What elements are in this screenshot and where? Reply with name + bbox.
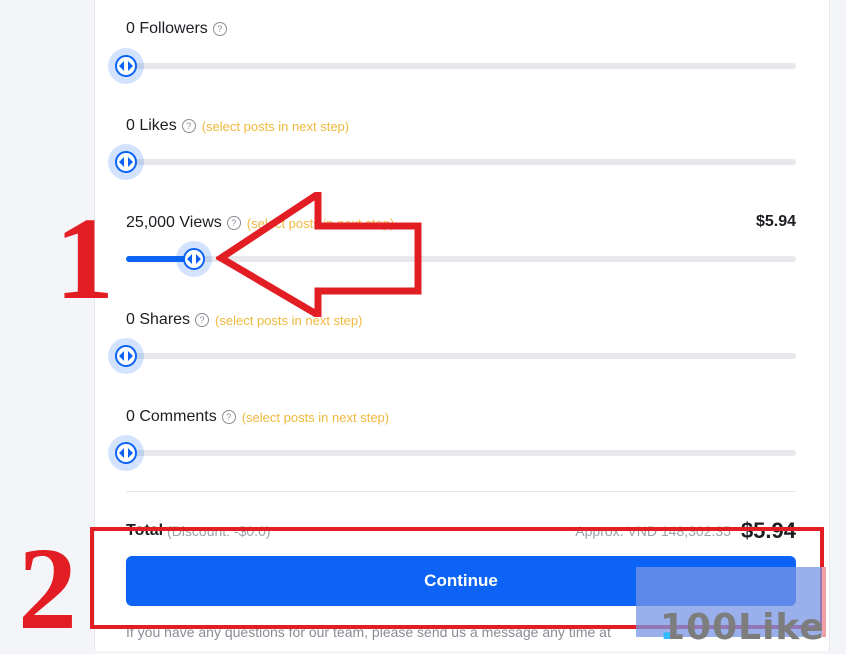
arrows-left-right-icon [119,61,133,71]
comments-slider-track[interactable] [126,450,796,456]
arrows-left-right-icon [119,351,133,361]
shares-slider-handle[interactable] [108,338,144,374]
annotation-number-two: 2 [18,523,77,654]
shares-label: 0 Shares [126,311,191,328]
watermark-logo: 100Like. [636,567,826,648]
views-slider-handle[interactable] [176,241,212,277]
help-icon[interactable]: ? [212,22,227,36]
likes-slider-track[interactable] [126,159,796,165]
followers-slider-handle[interactable] [108,48,144,84]
comments-label-row: 0 Comments ? (select posts in next step) [126,406,389,428]
likes-label-row: 0 Likes ? (select posts in next step) [126,115,349,137]
likes-label: 0 Likes [126,117,177,134]
divider [126,491,796,492]
comments-slider-handle[interactable] [108,435,144,471]
watermark-text: 100Like [660,607,825,648]
views-label: 25,000 Views [126,214,222,231]
views-price: $5.94 [755,213,796,230]
followers-label-row: 0 Followers ? [126,18,227,40]
annotation-arrow-icon [216,192,422,317]
comments-label: 0 Comments [126,408,217,425]
followers-label: 0 Followers [126,20,208,37]
likes-note: (select posts in next step) [201,118,350,134]
help-icon[interactable]: ? [195,313,210,327]
annotation-number-one: 1 [55,193,114,324]
help-icon[interactable]: ? [181,119,196,133]
comments-note: (select posts in next step) [241,409,390,425]
likes-slider-handle[interactable] [108,144,144,180]
arrows-left-right-icon [119,448,133,458]
followers-slider-track[interactable] [126,63,796,69]
arrows-left-right-icon [119,157,133,167]
shares-slider-track[interactable] [126,353,796,359]
watermark-dot: . [660,607,675,648]
help-icon[interactable]: ? [221,410,236,424]
arrows-left-right-icon [187,254,201,264]
